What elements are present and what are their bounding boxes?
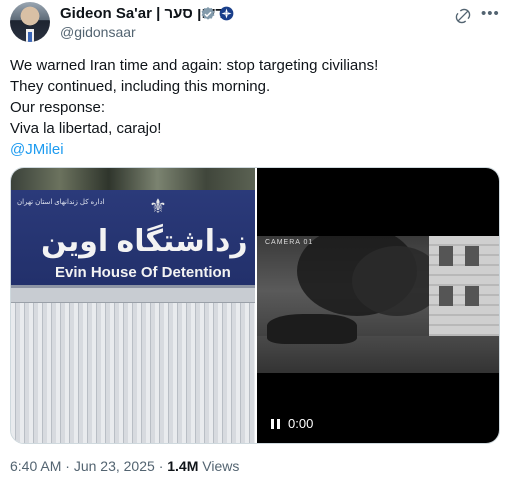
tweet-line: We warned Iran time and again: stop targ…	[10, 57, 379, 74]
grok-icon[interactable]	[455, 8, 471, 29]
photo-trees	[11, 168, 255, 190]
more-icon[interactable]: •••	[481, 5, 500, 22]
tweet-meta: 6:40 AM · Jun 23, 2025 · 1.4M Views	[10, 458, 239, 474]
avatar-tie	[28, 32, 32, 42]
views-label: Views	[202, 458, 240, 474]
pause-icon	[277, 418, 280, 429]
video-pause-control[interactable]: 0:00	[271, 416, 313, 431]
building-window	[465, 246, 479, 266]
media-grid: اداره کل زندانهای استان تهران ⚜ زداشتگاه…	[10, 167, 500, 444]
views-count: 1.4M	[167, 458, 199, 474]
wreckage	[267, 314, 357, 344]
government-badge-icon	[219, 6, 234, 26]
author-handle[interactable]: @gidonsaar	[60, 24, 136, 40]
meta-separator: ·	[65, 458, 70, 474]
iran-emblem-icon: ⚜	[149, 196, 167, 218]
building-window	[439, 286, 453, 306]
tweet-text: We warned Iran time and again: stop targ…	[10, 55, 500, 160]
prison-sign: اداره کل زندانهای استان تهران ⚜ زداشتگاه…	[11, 190, 255, 288]
shutter-top-bar	[11, 288, 255, 303]
mention-link[interactable]: @JMilei	[10, 139, 500, 160]
verified-badge-icon	[200, 6, 216, 27]
sign-small-text: اداره کل زندانهای استان تهران	[17, 199, 105, 206]
tweet-line: Viva la libertad, carajo!	[10, 120, 162, 137]
video-player[interactable]: CAMERA 01 0:00	[257, 168, 499, 443]
evin-prison-photo[interactable]: اداره کل زندانهای استان تهران ⚜ زداشتگاه…	[11, 168, 255, 443]
sign-english-text: Evin House Of Detention	[55, 264, 231, 281]
building-window	[439, 246, 453, 266]
author-avatar[interactable]	[10, 2, 50, 42]
tweet-time[interactable]: 6:40 AM	[10, 458, 61, 474]
meta-separator: ·	[158, 458, 164, 474]
video-overlay-text: CAMERA 01	[265, 239, 314, 246]
building-window	[465, 286, 479, 306]
video-time: 0:00	[288, 416, 314, 431]
rolling-shutter	[11, 288, 255, 443]
tweet-line: Our response:	[10, 99, 106, 116]
tweet-date[interactable]: Jun 23, 2025	[74, 458, 155, 474]
sign-persian-text: زداشتگاه اوین	[41, 225, 248, 258]
pause-icon	[271, 418, 274, 429]
video-frame: CAMERA 01	[257, 236, 499, 373]
tweet-line: They continued, including this morning.	[10, 78, 271, 95]
